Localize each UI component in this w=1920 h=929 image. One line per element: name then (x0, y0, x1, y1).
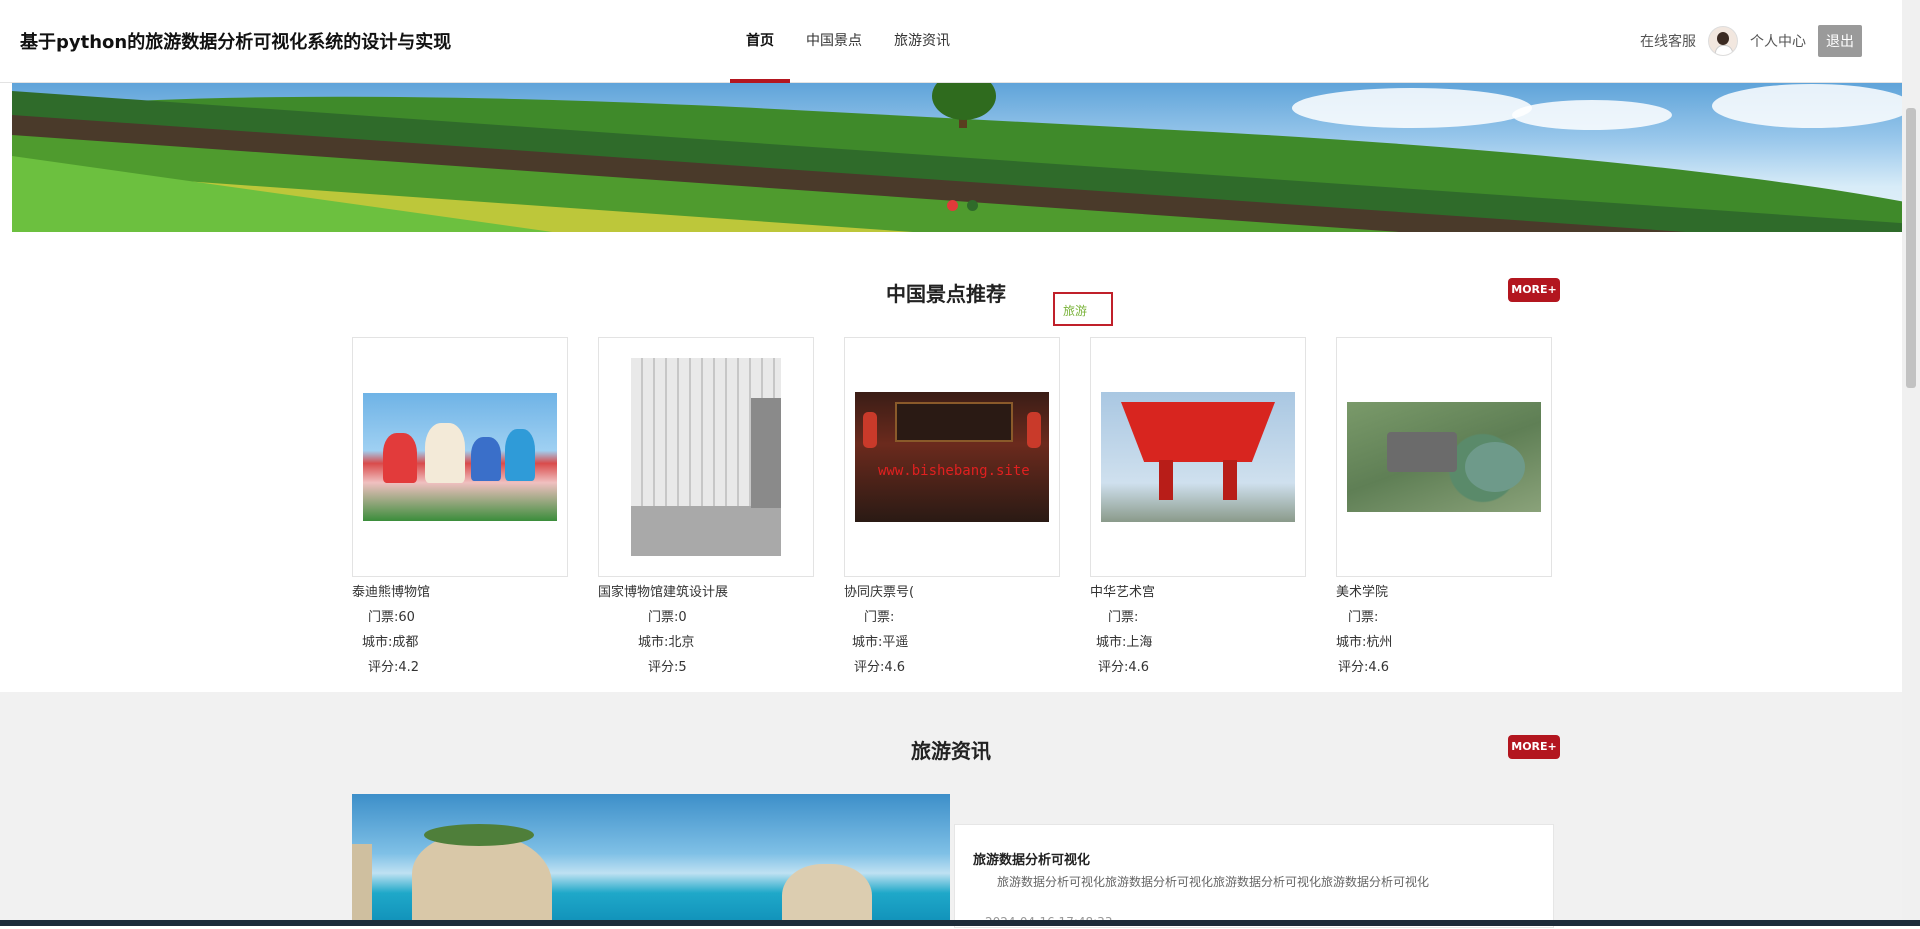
spot-photo (363, 393, 557, 521)
spot-rating: 评分:4.6 (1338, 660, 1390, 675)
spot-card[interactable]: 国家博物馆建筑设计展 门票:0 城市:北京 评分:5 (598, 337, 814, 675)
bear-shape (505, 429, 535, 481)
spot-image-frame (352, 337, 568, 577)
news-section (0, 692, 1902, 926)
spot-city: 城市:平遥 (852, 635, 909, 650)
floor-shape (631, 506, 781, 556)
building-shape (1387, 432, 1457, 472)
spot-rating: 评分:5 (648, 660, 687, 675)
sign-board (895, 402, 1013, 442)
rock-shape (424, 824, 534, 846)
scrollbar-thumb[interactable] (1906, 108, 1916, 388)
spot-image-frame (844, 337, 1060, 577)
spot-photo (631, 358, 781, 556)
wall-shape (751, 398, 781, 508)
spot-photo (1347, 402, 1541, 512)
spot-ticket: 门票: (1108, 610, 1139, 625)
spot-card[interactable]: 美术学院 门票: 城市:杭州 评分:4.6 (1336, 337, 1552, 675)
rock-shape (782, 864, 872, 926)
lantern-shape (863, 412, 877, 448)
spot-ticket: 门票:60 (368, 610, 415, 625)
pond-shape (1465, 442, 1525, 492)
spot-card[interactable]: 协同庆票号( 门票: 城市:平遥 评分:4.6 (844, 337, 1060, 675)
carousel-dot-active[interactable] (947, 200, 958, 211)
spot-rating: 评分:4.6 (854, 660, 906, 675)
online-service-link[interactable]: 在线客服 (1640, 31, 1696, 51)
logout-button[interactable]: 退出 (1818, 25, 1862, 57)
cloud-shape (1512, 100, 1672, 130)
news-description: 旅游数据分析可视化旅游数据分析可视化旅游数据分析可视化旅游数据分析可视化 (997, 875, 1430, 889)
carousel-dot[interactable] (967, 200, 978, 211)
avatar[interactable] (1708, 26, 1738, 56)
page-scrollbar[interactable] (1902, 0, 1920, 926)
nav-china-spots[interactable]: 中国景点 (790, 0, 878, 82)
personal-center-link[interactable]: 个人中心 (1750, 31, 1806, 51)
pavilion-leg (1159, 460, 1173, 500)
spot-photo (1101, 392, 1295, 522)
pavilion-leg (1223, 460, 1237, 500)
pavilion-roof (1121, 402, 1275, 462)
cloud-shape (1292, 88, 1532, 128)
spot-card[interactable]: 泰迪熊博物馆 门票:60 城市:成都 评分:4.2 (352, 337, 568, 675)
lantern-shape (1027, 412, 1041, 448)
spot-ticket: 门票: (1348, 610, 1379, 625)
spot-name: 协同庆票号( (844, 585, 915, 600)
nav-travel-news[interactable]: 旅游资讯 (878, 0, 966, 82)
tree-icon (932, 82, 996, 120)
spot-name: 中华艺术宫 (1090, 585, 1156, 600)
main-nav: 首页 中国景点 旅游资讯 (730, 0, 966, 83)
spot-image-frame (1090, 337, 1306, 577)
news-item[interactable]: 旅游数据分析可视化 旅游数据分析可视化旅游数据分析可视化旅游数据分析可视化旅游数… (954, 824, 1554, 929)
spot-name: 国家博物馆建筑设计展 (598, 585, 729, 600)
spots-section-title: 中国景点推荐 (886, 282, 1006, 306)
spots-more-button[interactable]: MORE+ (1508, 278, 1560, 302)
rock-shape (412, 834, 552, 926)
nav-home[interactable]: 首页 (730, 0, 790, 83)
spot-ticket: 门票:0 (648, 610, 687, 625)
news-title[interactable]: 旅游数据分析可视化 (973, 849, 1090, 868)
search-input[interactable]: 旅游 (1053, 292, 1113, 326)
spot-city: 城市:成都 (362, 635, 419, 650)
taskbar-strip (0, 920, 1920, 926)
spot-photo (855, 392, 1049, 522)
banner-carousel[interactable] (12, 82, 1902, 232)
news-image[interactable] (352, 794, 950, 926)
spot-city: 城市:上海 (1096, 635, 1153, 650)
spot-ticket: 门票: (864, 610, 895, 625)
bear-shape (425, 423, 465, 483)
watermark-text: www.bishebang.site (878, 463, 1030, 479)
spot-city: 城市:杭州 (1336, 635, 1393, 650)
spot-image-frame (598, 337, 814, 577)
top-header: 基于python的旅游数据分析可视化系统的设计与实现 首页 中国景点 旅游资讯 … (0, 0, 1902, 83)
spot-rating: 评分:4.2 (368, 660, 420, 675)
cloud-shape (1712, 84, 1902, 128)
news-section-title: 旅游资讯 (911, 739, 991, 763)
site-title: 基于python的旅游数据分析可视化系统的设计与实现 (20, 32, 452, 53)
spot-image-frame (1336, 337, 1552, 577)
spot-card[interactable]: 中华艺术宫 门票: 城市:上海 评分:4.6 (1090, 337, 1306, 675)
spot-city: 城市:北京 (638, 635, 695, 650)
news-more-button[interactable]: MORE+ (1508, 735, 1560, 759)
header-right: 在线客服 个人中心 退出 (1640, 24, 1862, 58)
bear-shape (383, 433, 417, 483)
spot-name: 美术学院 (1336, 585, 1389, 600)
bear-shape (471, 437, 501, 481)
spot-name: 泰迪熊博物馆 (352, 585, 431, 600)
spot-rating: 评分:4.6 (1098, 660, 1150, 675)
rock-shape (352, 844, 372, 924)
